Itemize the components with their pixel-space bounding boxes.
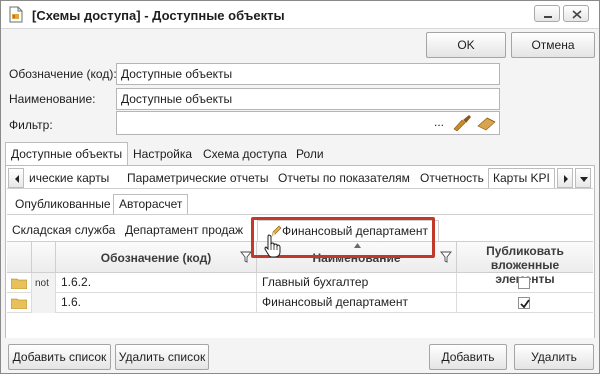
header-code[interactable]: Обозначение (код): [56, 242, 257, 273]
row-publish-cell: [457, 293, 593, 313]
subtab-kpi-cards[interactable]: Карты KPI: [488, 168, 555, 189]
header-name-label: Наименование: [312, 251, 401, 265]
chevron-right-icon: [564, 175, 568, 183]
chevron-down-icon: [580, 177, 588, 182]
subtab-parametric-reports[interactable]: Параметрические отчеты: [122, 168, 274, 189]
row-code-cell[interactable]: 1.6.2.: [56, 273, 257, 293]
add-button[interactable]: Добавить: [429, 344, 507, 370]
checkmark-icon: [520, 299, 530, 309]
add-list-button[interactable]: Добавить список: [8, 344, 111, 370]
tab-roles[interactable]: Роли: [290, 142, 330, 166]
header-name[interactable]: Наименование: [257, 242, 457, 273]
tab-settings[interactable]: Настройка: [127, 142, 198, 166]
subtab-maps[interactable]: ические карты: [24, 168, 114, 189]
title-bar[interactable]: [Схемы доступа] - Доступные объекты: [1, 1, 599, 29]
tab-available-objects[interactable]: Доступные объекты: [5, 142, 129, 166]
tab-finance-department-label: Финансовый департамент: [282, 224, 428, 238]
folder-icon: [11, 278, 27, 289]
row-publish-cell: [457, 273, 593, 293]
window-title: [Схемы доступа] - Доступные объекты: [32, 8, 285, 23]
scroll-left-button[interactable]: [8, 168, 24, 188]
hand-cursor-icon: [264, 234, 281, 257]
minimize-icon: [544, 16, 552, 18]
row-not-cell[interactable]: [32, 293, 56, 313]
tab-finance-department[interactable]: Финансовый департамент: [257, 220, 439, 242]
header-icon-col: [7, 242, 32, 273]
document-icon: [9, 6, 23, 23]
name-field[interactable]: Доступные объекты: [116, 88, 500, 110]
filter-field[interactable]: ...: [116, 111, 500, 135]
chevron-left-icon: [15, 175, 19, 183]
cancel-button[interactable]: Отмена: [511, 32, 595, 58]
header-code-label: Обозначение (код): [100, 251, 212, 265]
subtab-indicator-reports[interactable]: Отчеты по показателям: [273, 168, 415, 189]
remove-list-button[interactable]: Удалить список: [115, 344, 209, 370]
row-icon-cell: [7, 293, 32, 313]
dialog-window: [Схемы доступа] - Доступные объекты OK О…: [0, 0, 600, 374]
filter-label: Фильтр:: [9, 118, 53, 132]
code-label: Обозначение (код):: [9, 67, 117, 81]
header-publish[interactable]: Публиковать вложенные элементы: [457, 242, 593, 286]
filter-browse-button[interactable]: ...: [434, 115, 444, 129]
minimize-button[interactable]: [534, 5, 560, 22]
remove-button[interactable]: Удалить: [514, 344, 594, 370]
row-not-cell[interactable]: not: [32, 273, 56, 293]
code-field[interactable]: Доступные объекты: [116, 63, 500, 85]
table-row[interactable]: not 1.6.2. Главный бухгалтер: [7, 273, 593, 293]
grid-header: Обозначение (код) Наименование Публикова…: [7, 241, 593, 286]
row-code-cell[interactable]: 1.6.: [56, 293, 257, 313]
broom-icon[interactable]: [451, 114, 473, 132]
tab-published[interactable]: Опубликованные: [9, 194, 117, 215]
filter-funnel-icon[interactable]: [440, 251, 452, 263]
row-name-cell[interactable]: Финансовый департамент: [257, 293, 457, 313]
subtab-reporting[interactable]: Отчетность: [415, 168, 489, 189]
tab-access-scheme[interactable]: Схема доступа: [197, 142, 293, 166]
header-not-col: [32, 242, 56, 273]
close-icon: [572, 10, 582, 19]
folder-icon: [11, 298, 27, 309]
table-row[interactable]: 1.6. Финансовый департамент: [7, 293, 593, 313]
sort-ascending-icon: [353, 243, 361, 248]
close-button[interactable]: [563, 5, 589, 22]
filter-funnel-icon[interactable]: [240, 251, 252, 263]
name-label: Наименование:: [9, 92, 96, 106]
ok-button[interactable]: OK: [426, 32, 506, 58]
publish-checkbox[interactable]: [518, 297, 530, 309]
tab-warehouse-service[interactable]: Складская служба: [12, 220, 115, 240]
publish-checkbox[interactable]: [518, 277, 530, 289]
tab-sales-department[interactable]: Департамент продаж: [125, 220, 243, 240]
row-icon-cell: [7, 273, 32, 293]
scroll-right-button[interactable]: [557, 168, 573, 188]
row-name-cell[interactable]: Главный бухгалтер: [257, 273, 457, 293]
subtabs-divider: [7, 188, 593, 189]
tabs-menu-button[interactable]: [575, 168, 591, 188]
tab-autocalc[interactable]: Авторасчет: [113, 194, 189, 215]
eraser-icon[interactable]: [476, 115, 498, 131]
type-tabs-divider: [7, 214, 593, 215]
